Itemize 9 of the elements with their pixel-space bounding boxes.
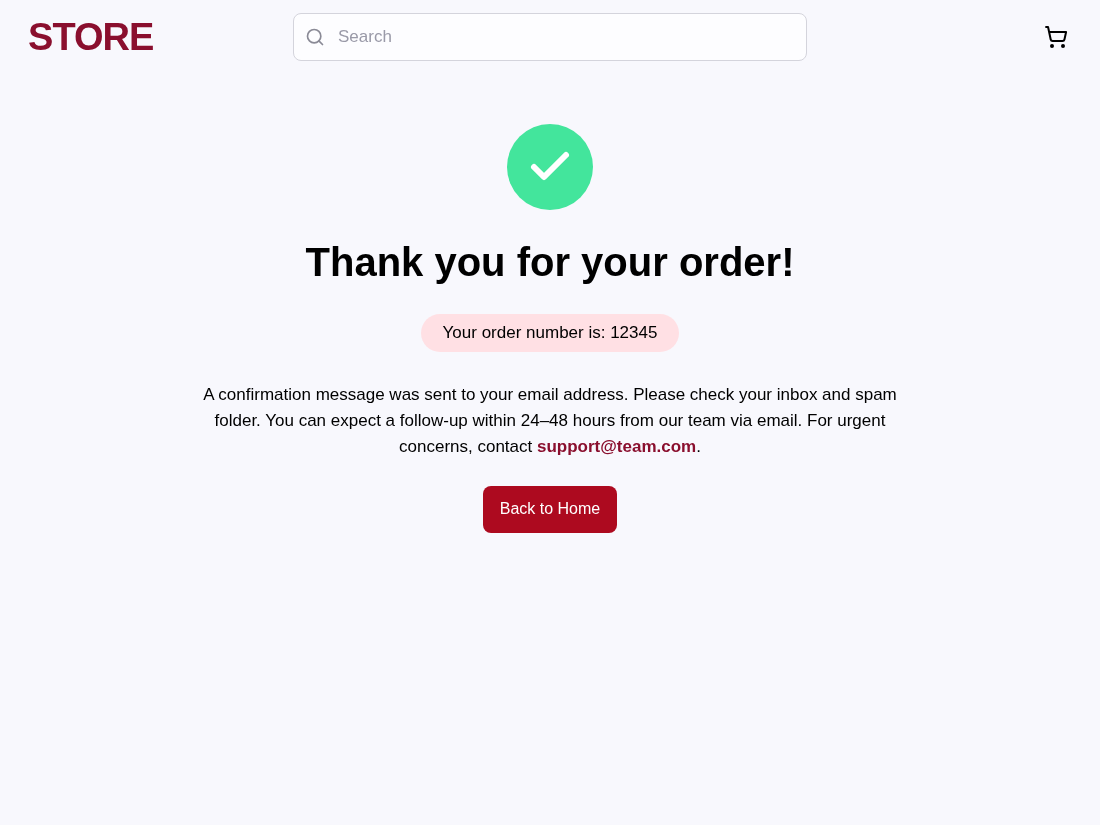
search-field[interactable]: Search: [293, 13, 807, 61]
order-number: Your order number is: 12345: [420, 314, 680, 352]
store-logo[interactable]: STORE: [28, 8, 168, 66]
search-icon: [305, 27, 325, 47]
support-email-link[interactable]: support@team.com: [537, 436, 697, 456]
cart-icon: [1044, 25, 1068, 49]
page-title: Thank you for your order!: [305, 239, 795, 286]
back-to-home-button[interactable]: Back to Home: [482, 485, 618, 533]
confirmation-message: A confirmation message was sent to your email address. Please check your inbox and spam folder. You can expect a follow-up within 24–48 hours from our team via email. For urgent concerns, contact support@team.com.: [202, 383, 898, 458]
